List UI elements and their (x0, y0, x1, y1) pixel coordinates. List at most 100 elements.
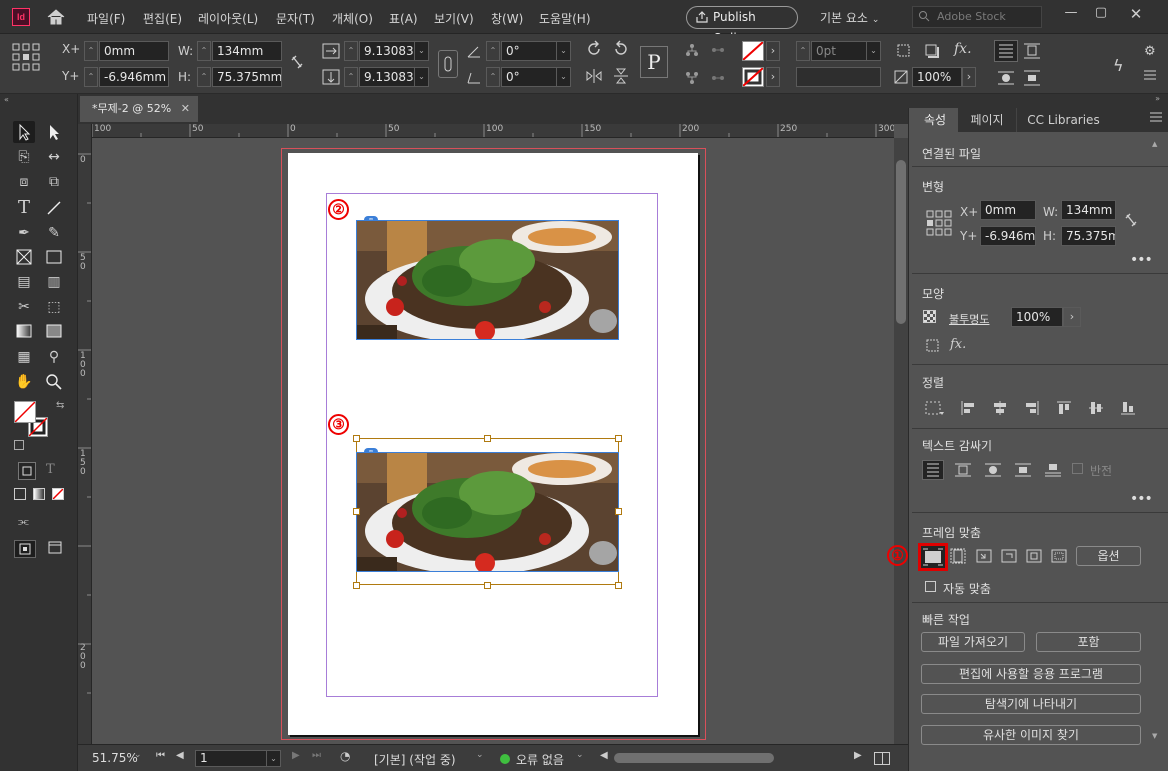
fit-frame-to-content-icon[interactable] (975, 548, 993, 564)
flip-vertical-icon[interactable] (612, 67, 630, 85)
align-bottom-icon[interactable] (1120, 400, 1136, 416)
scroll-right-icon[interactable]: ▶ (854, 750, 862, 761)
stroke-stepper[interactable]: ⌃ (796, 41, 810, 61)
preflight-icon[interactable]: ◔ (340, 749, 350, 763)
apply-none-icon[interactable] (52, 488, 64, 500)
type-tool-icon[interactable]: T (13, 197, 35, 219)
wrap-jump-object-icon[interactable] (1022, 69, 1042, 87)
panel-scrollbar[interactable]: ▲ ▼ (1152, 136, 1160, 744)
auto-fit-checkbox[interactable] (925, 581, 936, 592)
scissors-tool-icon[interactable]: ✂ (13, 296, 35, 318)
menu-table[interactable]: 표(A) (389, 10, 418, 27)
edit-with-button[interactable]: 편집에 사용할 응용 프로그램 (921, 664, 1141, 684)
first-page-icon[interactable]: ⏮ (156, 750, 165, 761)
formatting-container-icon[interactable] (18, 462, 36, 480)
pencil-tool-icon[interactable]: ✎ (43, 222, 65, 244)
align-horizontal-center-icon[interactable] (992, 400, 1008, 416)
x-stepper[interactable]: ⌃ (84, 41, 98, 61)
resize-handle[interactable] (615, 582, 622, 589)
reveal-in-explorer-button[interactable]: 탐색기에 나타내기 (921, 694, 1141, 714)
scroll-thumb[interactable] (896, 160, 906, 324)
find-similar-images-button[interactable]: 유사한 이미지 찾기 (921, 725, 1141, 745)
horizontal-scroll-thumb[interactable] (614, 753, 774, 763)
panel-y-field[interactable]: -6.946m (980, 226, 1036, 246)
wrap-none-icon[interactable] (994, 40, 1018, 62)
tab-properties[interactable]: 속성 (912, 108, 958, 132)
content-collector-icon[interactable]: ⧈ (13, 171, 35, 193)
resize-handle[interactable] (353, 435, 360, 442)
rotate-ccw-icon[interactable] (612, 40, 630, 58)
prev-page-icon[interactable]: ◀ (176, 750, 184, 761)
drop-shadow-corner-icon[interactable] (896, 43, 912, 59)
constrain-proportions-icon[interactable] (1124, 212, 1138, 228)
shear-field[interactable]: 0° (501, 67, 557, 87)
chevron-down-icon[interactable]: ⌄ (134, 750, 142, 760)
import-file-button[interactable]: 파일 가져오기 (921, 632, 1025, 652)
tab-pages[interactable]: 페이지 (958, 108, 1016, 132)
default-colors-icon[interactable] (14, 440, 24, 450)
scale-x-stepper[interactable]: ⌃ (344, 41, 358, 61)
adobe-stock-search[interactable]: Adobe Stock (912, 6, 1042, 28)
chevron-right-icon[interactable]: › (1063, 307, 1081, 327)
reference-point-icon[interactable] (926, 210, 952, 236)
apply-color-icon[interactable] (14, 488, 26, 500)
scroll-up-icon[interactable]: ▲ (1152, 140, 1157, 148)
close-icon[interactable]: ✕ (1125, 5, 1147, 23)
scroll-down-icon[interactable]: ▼ (1152, 732, 1157, 740)
flip-horizontal-icon[interactable] (585, 67, 603, 85)
align-vertical-center-icon[interactable] (1088, 400, 1104, 416)
split-window-icon[interactable] (874, 752, 890, 765)
vertical-grid-tool-icon[interactable]: ▥ (43, 271, 65, 293)
swap-fill-stroke-icon[interactable]: ⇆ (56, 400, 64, 411)
resize-handle[interactable] (484, 435, 491, 442)
resize-handle[interactable] (353, 508, 360, 515)
last-page-icon[interactable]: ⏭ (312, 750, 321, 761)
reference-p-icon[interactable]: P (640, 46, 668, 78)
y-stepper[interactable]: ⌃ (84, 67, 98, 87)
align-top-icon[interactable] (1056, 400, 1072, 416)
panel-width-field[interactable]: 134mm (1061, 200, 1116, 220)
normal-view-icon[interactable] (14, 540, 36, 558)
fill-none-swatch[interactable] (742, 41, 764, 61)
food-image-frame-bottom[interactable] (356, 452, 619, 572)
wrap-bounding-box-icon[interactable] (953, 462, 973, 478)
zoom-level[interactable]: 51.75% (92, 751, 138, 765)
h-stepper[interactable]: ⌃ (197, 67, 211, 87)
chevron-down-icon[interactable]: ⌄ (557, 67, 571, 87)
resize-handle[interactable] (353, 582, 360, 589)
menu-file[interactable]: 파일(F) (87, 10, 125, 27)
wrap-jump-object-icon[interactable] (1013, 462, 1033, 478)
next-page-icon[interactable]: ▶ (292, 750, 300, 761)
height-field[interactable]: 75.375mm (212, 67, 282, 87)
stroke-type-dropdown[interactable] (796, 67, 881, 87)
workspace-switcher[interactable]: 기본 요소 ⌄ (820, 9, 879, 26)
fill-swatch[interactable] (14, 401, 36, 423)
document-tab[interactable]: *무제-2 @ 52% ✕ (80, 96, 198, 122)
rectangle-frame-tool-icon[interactable] (13, 246, 35, 268)
tab-cc-libraries[interactable]: CC Libraries (1016, 108, 1110, 132)
center-content-icon[interactable] (1025, 548, 1043, 564)
chevron-right-icon[interactable]: › (766, 67, 780, 87)
chevron-down-icon[interactable]: ⌄ (557, 41, 571, 61)
home-icon[interactable] (46, 8, 66, 26)
resize-handle[interactable] (615, 435, 622, 442)
effects-fx-icon[interactable]: fx. (954, 41, 972, 57)
publish-online-button[interactable]: Publish Online (686, 6, 798, 45)
gear-icon[interactable]: ⚙ (1144, 44, 1156, 59)
fitting-options-button[interactable]: 옵션 (1076, 546, 1141, 566)
stroke-weight-field[interactable]: 0pt (811, 41, 867, 61)
direct-selection-tool-icon[interactable] (43, 121, 65, 143)
align-right-icon[interactable] (1024, 400, 1040, 416)
gradient-swatch-tool-icon[interactable] (13, 320, 35, 342)
panel-x-field[interactable]: 0mm (980, 200, 1036, 220)
constrain-proportions-icon[interactable] (290, 54, 304, 70)
scale-y-stepper[interactable]: ⌃ (344, 67, 358, 87)
more-options-icon[interactable]: ••• (1130, 252, 1153, 268)
wrap-object-shape-icon[interactable] (983, 462, 1003, 478)
content-placer-icon[interactable]: ⧉ (43, 171, 65, 193)
wrap-none-icon[interactable] (922, 460, 944, 480)
gap-tool-icon[interactable]: ↔ (43, 146, 65, 168)
effects-fx-icon[interactable]: fx. (950, 337, 966, 352)
formatting-text-icon[interactable]: T (46, 462, 55, 477)
horizontal-grid-tool-icon[interactable]: ▤ (13, 271, 35, 293)
